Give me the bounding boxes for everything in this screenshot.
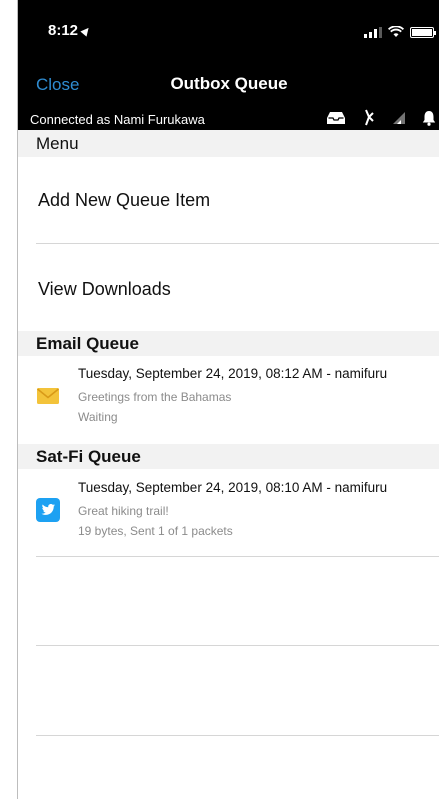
status-time: 8:12	[48, 22, 92, 39]
email-item-title: Tuesday, September 24, 2019, 08:12 AM - …	[78, 366, 388, 381]
battery-icon	[410, 26, 436, 38]
page-title: Outbox Queue	[170, 74, 288, 93]
email-item-status: Waiting	[78, 410, 118, 424]
inbox-tray-icon	[327, 111, 345, 124]
status-time-label: 8:12	[48, 22, 79, 39]
view-downloads-button[interactable]: View Downloads	[38, 279, 171, 300]
status-icons	[364, 26, 436, 38]
email-queue-item[interactable]: Tuesday, September 24, 2019, 08:12 AM - …	[18, 362, 439, 430]
satfi-queue-item[interactable]: Tuesday, September 24, 2019, 08:10 AM - …	[18, 476, 439, 544]
wifi-icon	[388, 26, 404, 37]
signal-strength-icon	[393, 111, 405, 124]
bell-icon	[422, 110, 436, 126]
add-queue-item-button[interactable]: Add New Queue Item	[38, 190, 210, 211]
envelope-icon	[36, 388, 60, 404]
connection-icons	[326, 109, 436, 126]
app-frame: 8:12 Close Outbox Queue Connected as Nam…	[17, 0, 439, 799]
satfi-queue-header: Sat-Fi Queue	[18, 444, 439, 469]
antenna-person-icon	[365, 109, 374, 126]
twitter-icon	[36, 498, 60, 522]
satfi-item-message: Great hiking trail!	[78, 504, 169, 518]
cell-signal-icon	[364, 26, 382, 38]
menu-section-header: Menu	[18, 130, 439, 157]
divider	[36, 735, 439, 736]
divider	[36, 556, 439, 557]
divider	[36, 645, 439, 646]
email-item-subject: Greetings from the Bahamas	[78, 390, 232, 404]
top-bar: 8:12 Close Outbox Queue Connected as Nam…	[18, 0, 439, 130]
satfi-item-status: 19 bytes, Sent 1 of 1 packets	[78, 524, 233, 538]
satfi-item-title: Tuesday, September 24, 2019, 08:10 AM - …	[78, 480, 388, 495]
connection-status: Connected as Nami Furukawa	[30, 112, 205, 127]
location-arrow-icon	[80, 25, 92, 37]
divider	[36, 243, 439, 244]
email-queue-header: Email Queue	[18, 331, 439, 356]
